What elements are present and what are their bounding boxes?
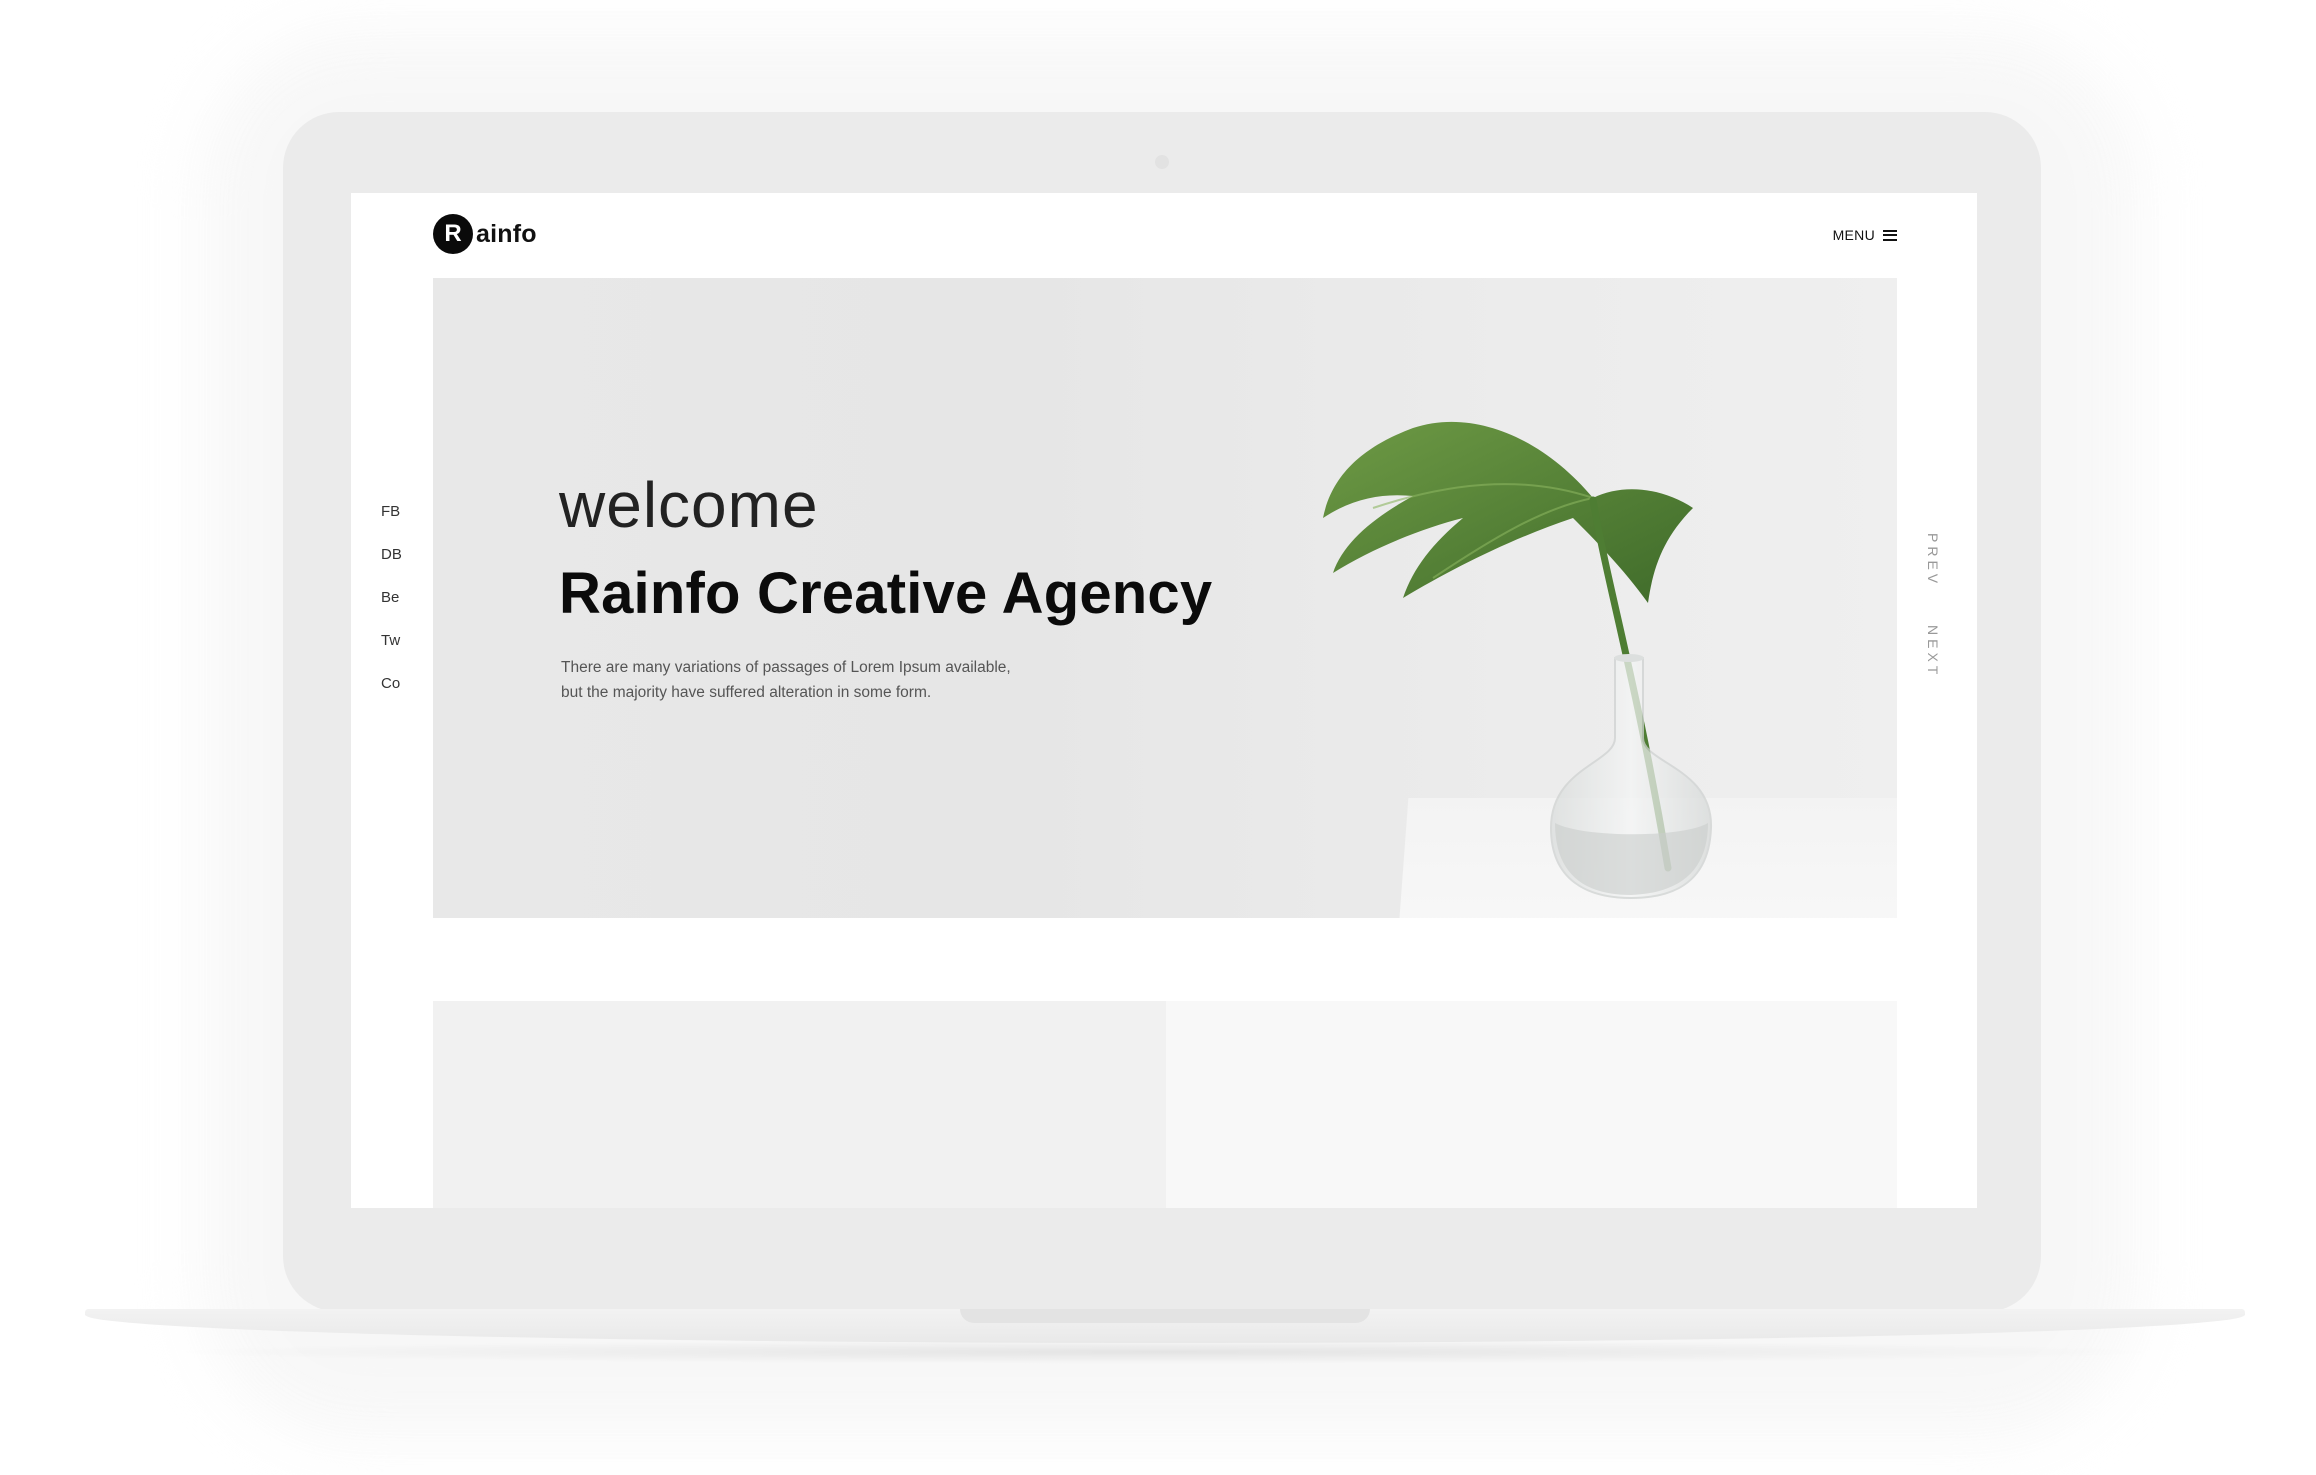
logo[interactable]: R ainfo <box>433 214 537 254</box>
camera-icon <box>1155 155 1169 169</box>
hero-description-line: There are many variations of passages of… <box>561 659 1011 676</box>
slider-nav: PREV NEXT <box>1925 533 1945 678</box>
hero-description-line: but the majority have suffered alteratio… <box>561 684 932 701</box>
plant-vase-image <box>1323 421 1713 900</box>
content-panel-left <box>433 1001 1166 1208</box>
next-button[interactable]: NEXT <box>1925 625 1941 678</box>
social-link-be[interactable]: Be <box>381 588 402 631</box>
website-screen: R ainfo MENU FB DB Be Tw Co welcome Rain… <box>351 193 1977 1208</box>
hero-description: There are many variations of passages of… <box>561 655 1121 705</box>
social-link-fb[interactable]: FB <box>381 502 402 545</box>
monstera-leaf <box>1323 421 1693 603</box>
laptop-shadow <box>150 1340 2180 1364</box>
menu-label: MENU <box>1832 227 1875 243</box>
logo-text: ainfo <box>476 219 537 248</box>
content-panel-right <box>1166 1001 1897 1208</box>
hero-title: Rainfo Creative Agency <box>559 561 1213 626</box>
laptop-notch <box>960 1309 1370 1323</box>
prev-button[interactable]: PREV <box>1925 533 1941 587</box>
logo-mark: R <box>433 214 473 254</box>
hero-welcome: welcome <box>559 469 819 541</box>
menu-button[interactable]: MENU <box>1833 227 1897 243</box>
social-links: FB DB Be Tw Co <box>381 502 402 717</box>
social-link-co[interactable]: Co <box>381 674 402 717</box>
social-link-db[interactable]: DB <box>381 545 402 588</box>
hero-slide: welcome Rainfo Creative Agency There are… <box>433 278 1897 918</box>
hamburger-icon <box>1883 229 1897 241</box>
social-link-tw[interactable]: Tw <box>381 631 402 674</box>
